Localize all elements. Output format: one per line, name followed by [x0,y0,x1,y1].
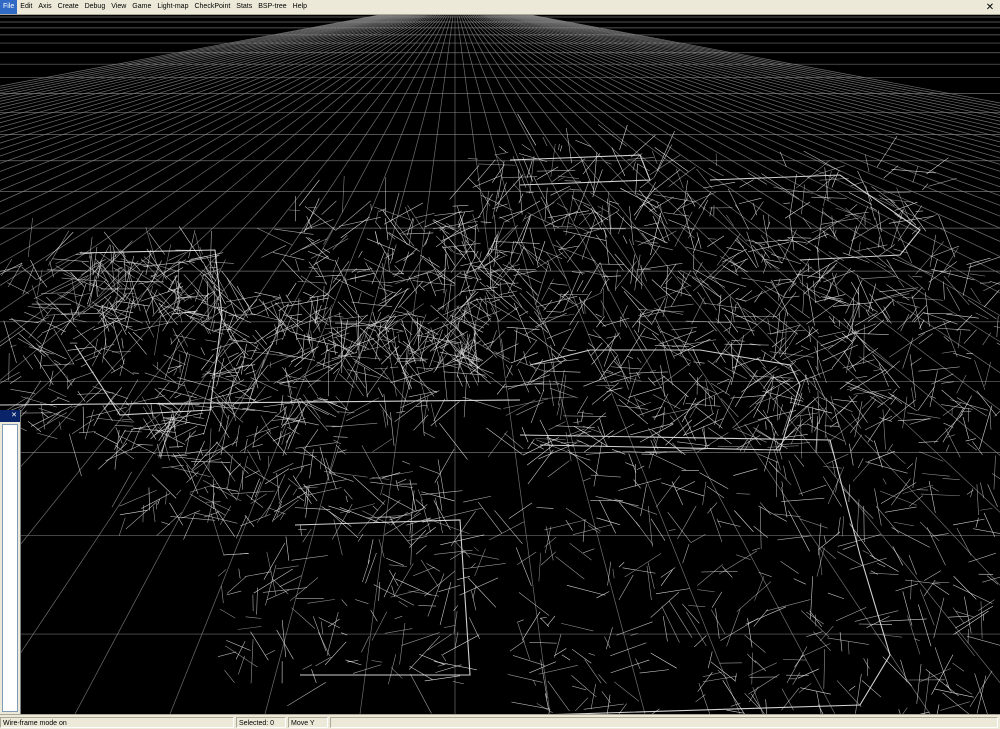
menu-debug[interactable]: Debug [82,0,109,14]
side-panel-titlebar[interactable]: ✕ [0,410,20,422]
menu-bsp-tree[interactable]: BSP-tree [255,0,289,14]
status-mode: Move Y [288,716,328,728]
menu-view[interactable]: View [108,0,129,14]
status-bar: Wire-frame mode on Selected: 0 Move Y [0,714,1000,729]
status-empty [330,716,998,728]
menu-checkpoint[interactable]: CheckPoint [191,0,233,14]
menu-light-map[interactable]: Light-map [154,0,191,14]
menu-edit[interactable]: Edit [17,0,35,14]
menu-bar: File Edit Axis Create Debug View Game Li… [0,0,1000,15]
status-selected: Selected: 0 [236,716,286,728]
side-panel-body[interactable] [2,424,18,712]
close-icon[interactable]: ✕ [980,0,1000,14]
wireframe-scene[interactable] [0,15,1000,714]
menu-create[interactable]: Create [55,0,82,14]
menu-file[interactable]: File [0,0,18,14]
menu-help[interactable]: Help [290,0,310,14]
menu-game[interactable]: Game [129,0,154,14]
3d-viewport[interactable] [0,15,1000,714]
editor-window: File Edit Axis Create Debug View Game Li… [0,0,1000,729]
close-icon[interactable]: ✕ [10,412,18,420]
ground-grid [0,15,1000,714]
status-message: Wire-frame mode on [0,716,234,728]
menu-stats[interactable]: Stats [233,0,255,14]
level-wireframe [0,113,1000,714]
menu-axis[interactable]: Axis [35,0,54,14]
side-tool-panel: ✕ [0,410,21,714]
